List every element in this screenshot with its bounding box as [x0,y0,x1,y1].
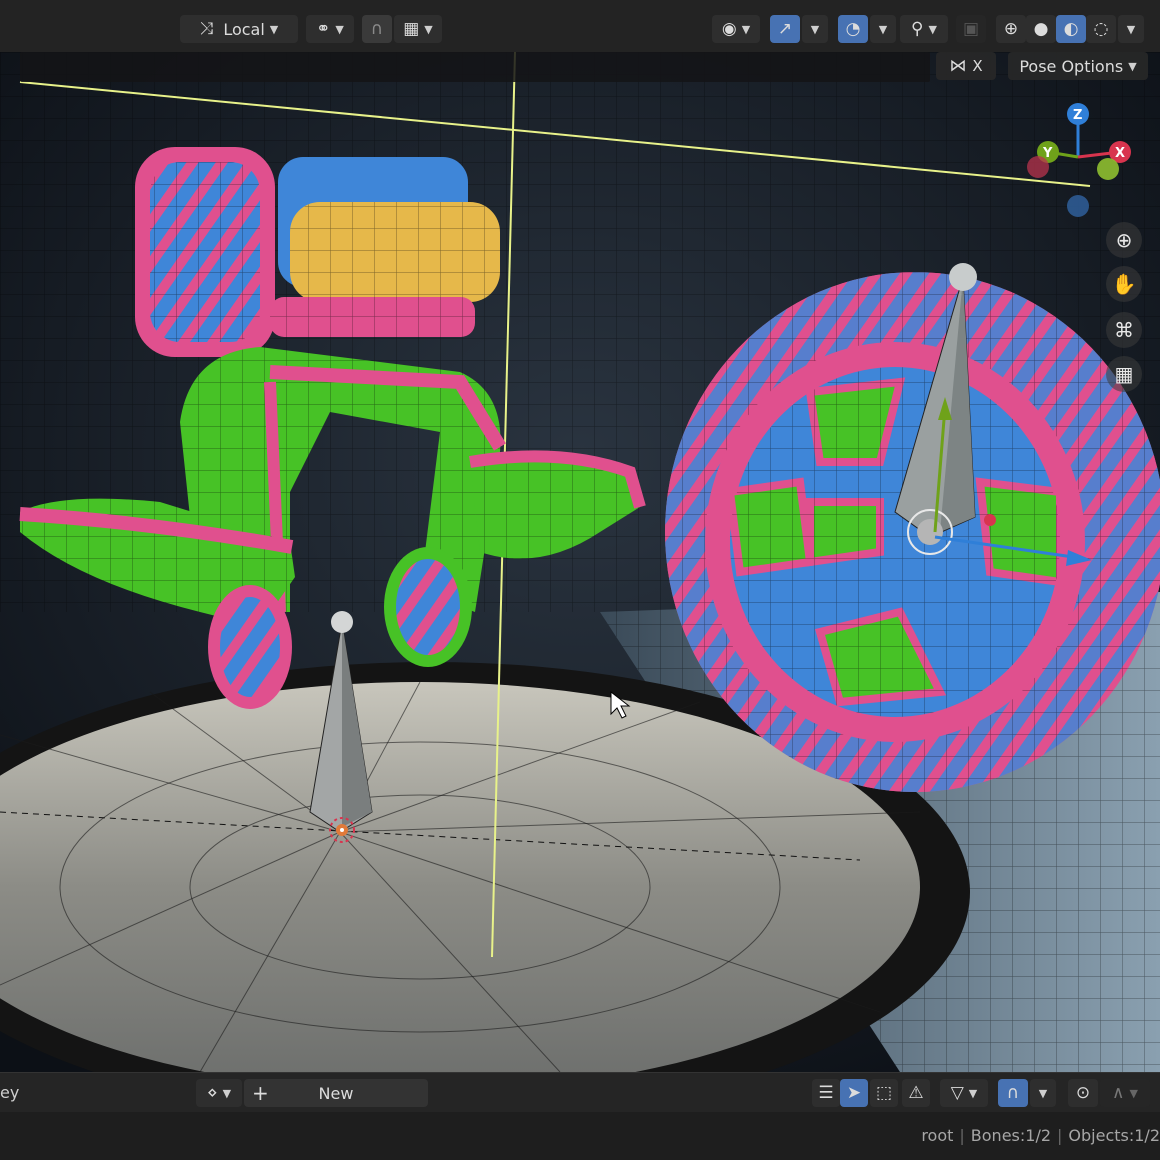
filter-dropdown[interactable]: ▽ ▼ [940,1079,988,1107]
status-bar: root | Bones:1/2 | Objects:1/2 [0,1112,1160,1160]
camera-view-button[interactable]: ⌘ [1106,312,1142,348]
chevron-down-icon: ▼ [741,22,751,36]
gizmo-toggle[interactable]: ↗ [770,15,800,43]
camera-icon: ⌘ [1114,318,1134,342]
snap-target-dropdown[interactable]: ▦ ▼ [394,15,442,43]
solid-shading-button[interactable]: ● [1026,15,1056,43]
scene-statistics: root | Bones:1/2 | Objects:1/2 [921,1126,1160,1145]
chevron-down-icon: ▼ [928,22,937,36]
rendered-shading-button[interactable]: ◌ [1086,15,1116,43]
x-mirror-toggle[interactable]: ⋈ X [936,52,996,80]
gizmo-z-label: Z [1073,108,1082,123]
material-shading-button[interactable]: ◐ [1056,15,1086,43]
gizmo-dropdown[interactable]: ▼ [802,15,828,43]
separator: | [1057,1126,1063,1145]
dashed-box-icon: ⬚ [875,1082,893,1103]
hand-icon: ✋ [1111,272,1137,296]
x-mirror-label: X [972,57,983,75]
gizmo-icon: ↗ [777,18,793,39]
only-errors-toggle[interactable]: ⚠ [902,1079,930,1107]
gizmo-y-label: Y [1042,146,1053,161]
grid-icon: ▦ [1114,362,1134,386]
visibility-dropdown[interactable]: ◉ ▼ [712,15,760,43]
gizmo-x-label: X [1115,146,1125,161]
chevron-down-icon: ▼ [269,22,279,36]
zoom-icon: ⊕ [1115,228,1133,252]
transform-orientation-dropdown[interactable]: ⤨ Local ▼ [180,15,298,43]
viewport-header-backdrop [20,52,930,82]
show-hidden-toggle[interactable]: ⬚ [870,1079,898,1107]
viewport-scene: Z X Y [0,52,1160,1072]
new-action-label: New [318,1083,354,1103]
pose-options-dropdown[interactable]: Pose Options ▼ [1008,52,1148,80]
snap-grid-icon: ▦ [403,18,420,39]
ortho-toggle-button[interactable]: ▦ [1106,356,1142,392]
separator: | [959,1126,965,1145]
pose-options-label: Pose Options [1019,56,1124,76]
transform-orientation-icon: ⤨ [199,18,214,39]
summary-icon: ☰ [818,1082,834,1103]
action-icon: ⋄ [206,1082,218,1103]
3d-viewport[interactable]: Z X Y [0,52,1160,1072]
active-bone-name: root [921,1126,954,1145]
chevron-down-icon: ▼ [968,1086,978,1100]
xray-icon: ▣ [962,18,980,39]
timeline-header: ey ⋄ ▼ + New ☰ ➤ ⬚ ⚠ ▽ ▼ ∩ ▼ ⊙ ∧ ▼ [0,1072,1160,1113]
objects-count: Objects:1/2 [1068,1126,1160,1145]
chevron-down-icon: ▼ [1126,22,1136,36]
overlay-icon: ◔ [845,18,861,39]
pan-button[interactable]: ✋ [1106,266,1142,302]
keying-label: ey [0,1083,20,1102]
snap-magnet-icon: ∩ [370,18,384,39]
chevron-down-icon: ▼ [424,22,433,36]
mirror-butterfly-icon: ⋈ [949,55,967,76]
snap-toggle[interactable]: ∩ [362,15,392,43]
shading-dropdown[interactable]: ▼ [1118,15,1144,43]
only-selected-toggle[interactable]: ➤ [840,1079,868,1107]
zoom-button[interactable]: ⊕ [1106,222,1142,258]
chevron-down-icon: ▼ [1129,1086,1138,1100]
material-sphere-icon: ◐ [1063,18,1079,39]
xray-toggle[interactable]: ▣ [956,15,986,43]
solid-sphere-icon: ● [1033,18,1049,39]
viewport-header: ⤨ Local ▼ ⚭ ▼ ∩ ▦ ▼ ◉ ▼ ↗ ▼ ◔ ▼ ⚲ ▼ ▣ ⊕ … [0,0,1160,52]
summary-toggle[interactable]: ☰ [812,1079,840,1107]
pivot-point-dropdown[interactable]: ⚭ ▼ [306,15,354,43]
armature-icon: ⚲ [911,18,924,39]
chevron-down-icon: ▼ [222,1086,232,1100]
filter-icon: ▽ [950,1082,964,1103]
wireframe-sphere-icon: ⊕ [1003,18,1019,39]
auto-snap-toggle[interactable]: ∩ [998,1079,1028,1107]
chevron-down-icon: ▼ [1038,1086,1048,1100]
falloff-curve-icon: ∧ [1112,1082,1125,1103]
cursor-arrow-icon: ➤ [846,1082,862,1103]
wireframe-shading-button[interactable]: ⊕ [996,15,1026,43]
bone-overlay-dropdown[interactable]: ⚲ ▼ [900,15,948,43]
plus-icon: + [252,1081,269,1105]
auto-snap-dropdown[interactable]: ▼ [1030,1079,1056,1107]
chevron-down-icon: ▼ [335,22,344,36]
chevron-down-icon: ▼ [810,22,820,36]
transform-orientation-label: Local [223,19,265,39]
pivot-point-icon: ⚭ [316,18,331,39]
proportional-edit-toggle[interactable]: ⊙ [1068,1079,1098,1107]
eye-icon: ◉ [721,18,737,39]
bones-count: Bones:1/2 [970,1126,1052,1145]
action-type-dropdown[interactable]: ⋄ ▼ [196,1079,242,1107]
chevron-down-icon: ▼ [1128,59,1137,73]
overlay-dropdown[interactable]: ▼ [870,15,896,43]
falloff-dropdown[interactable]: ∧ ▼ [1100,1079,1150,1107]
snap-magnet-icon: ∩ [1006,1082,1020,1103]
proportional-edit-icon: ⊙ [1075,1082,1091,1103]
overlay-toggle[interactable]: ◔ [838,15,868,43]
rendered-sphere-icon: ◌ [1093,18,1109,39]
chevron-down-icon: ▼ [878,22,888,36]
new-action-button[interactable]: + New [244,1079,428,1107]
warning-icon: ⚠ [908,1082,924,1103]
